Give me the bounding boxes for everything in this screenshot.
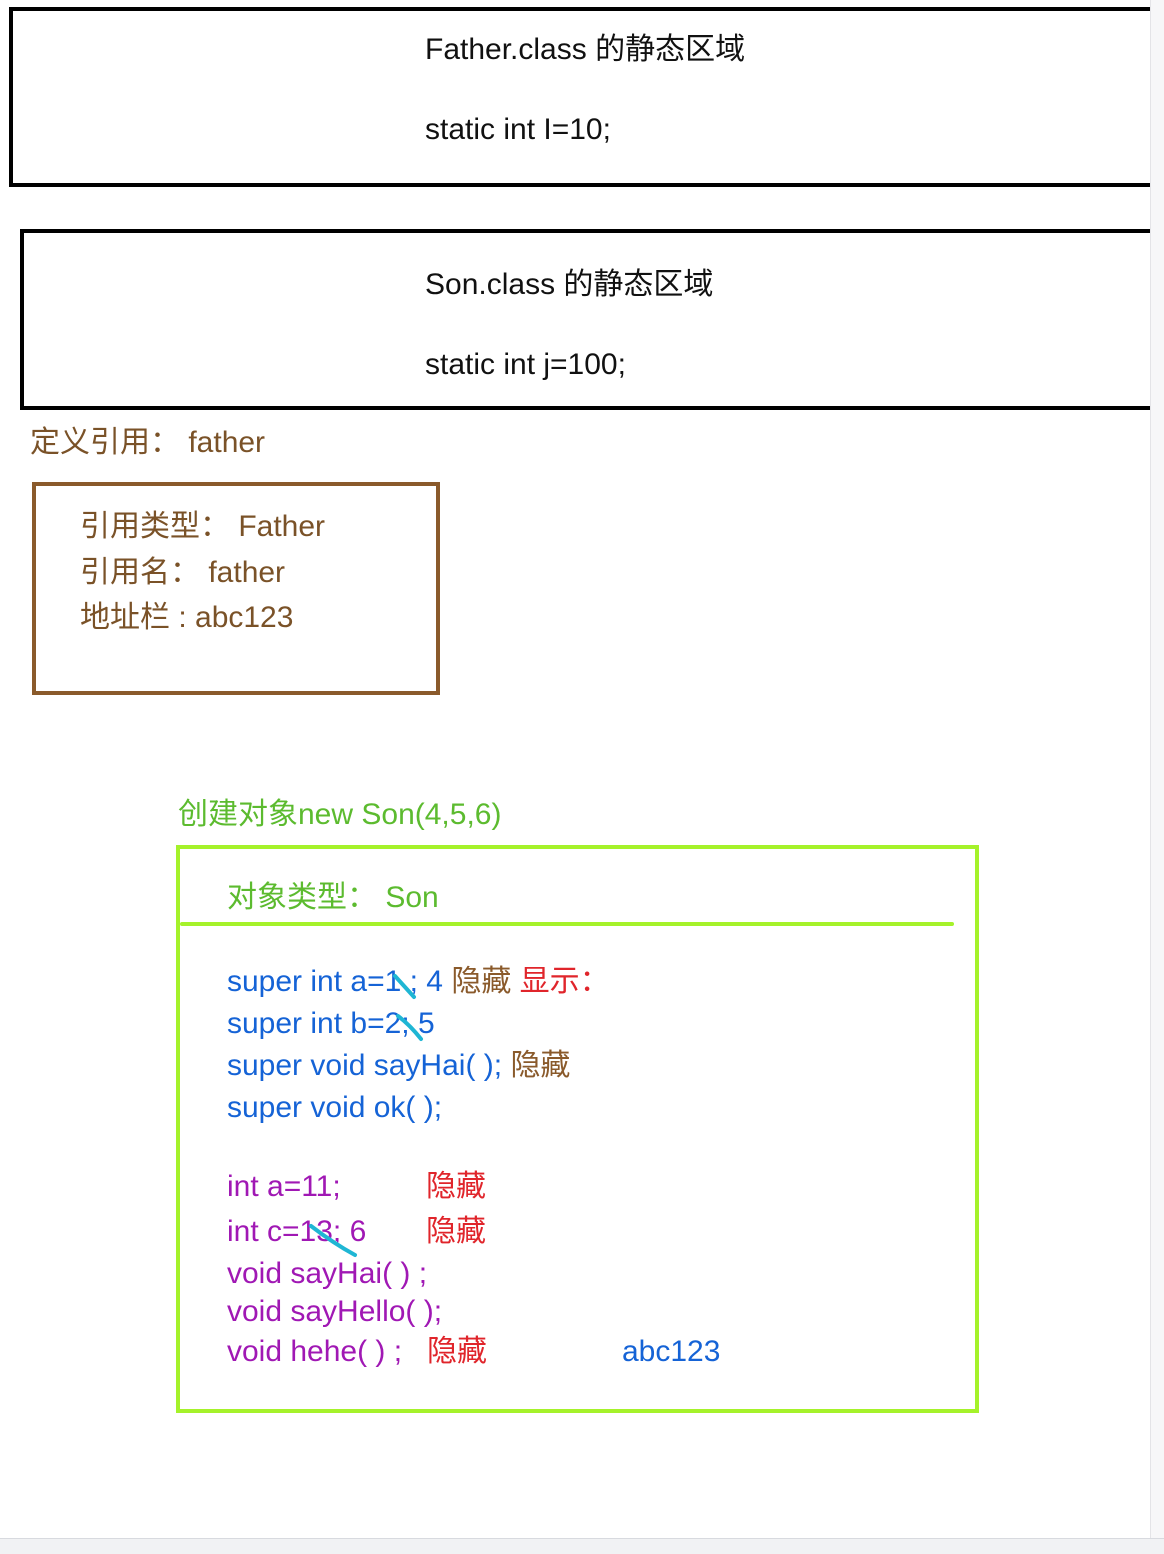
window-right-edge [1150, 0, 1164, 1538]
strike-mark-c [309, 1224, 357, 1257]
strike-mark-b [396, 1014, 423, 1041]
diagram-canvas: Father.class 的静态区域 static int I=10; Son.… [0, 0, 1164, 1554]
strike-mark-a [393, 974, 416, 999]
window-bottom-bar [0, 1538, 1164, 1554]
strike-marks [309, 974, 423, 1257]
